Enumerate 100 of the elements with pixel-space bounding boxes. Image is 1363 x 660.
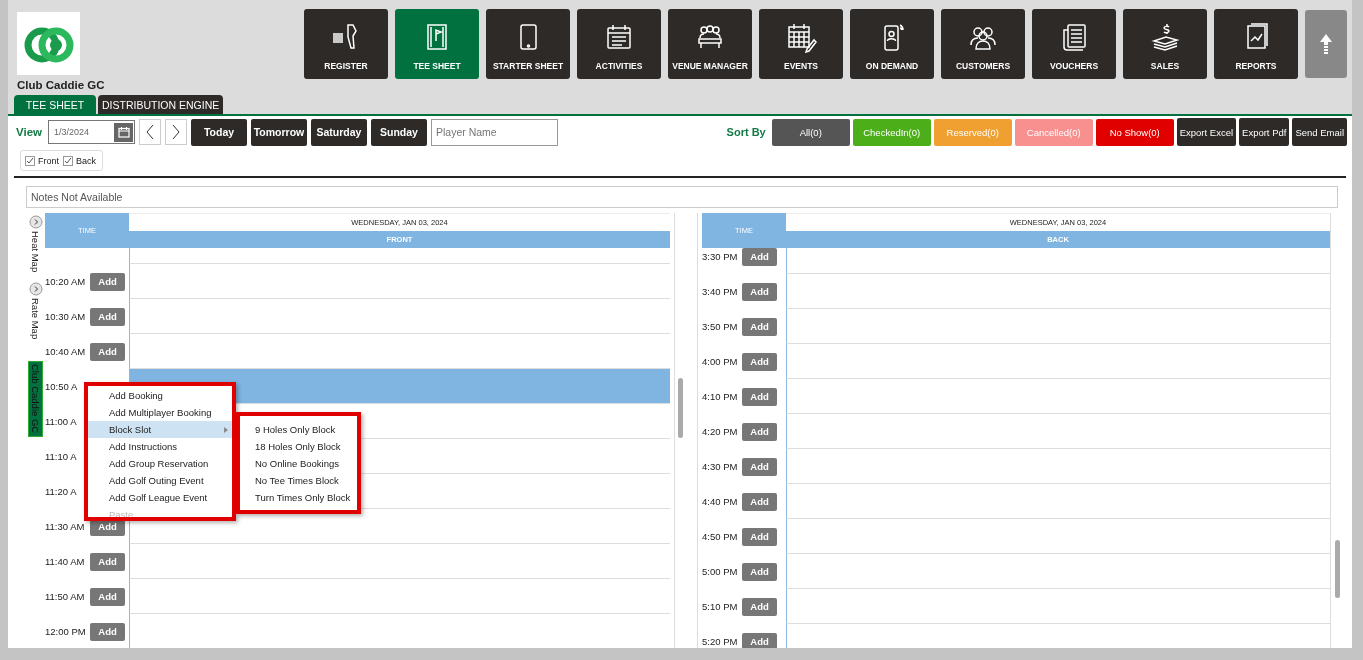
tab[interactable]: TEE SHEET [14,95,96,114]
add-button[interactable]: Add [742,562,777,581]
tee-time: 11:10 A [45,451,78,462]
day-button[interactable]: Saturday [311,118,367,146]
tee-time: 3:30 PM [702,251,739,262]
previous-button[interactable] [139,119,161,145]
scrollbar-thumb[interactable] [678,378,683,438]
nav-button[interactable]: VOUCHERS [1032,9,1116,79]
tee-time: 5:20 PM [702,636,739,647]
scroll-top-button[interactable] [1305,10,1347,78]
chevron-left-icon [146,124,154,140]
add-button[interactable]: Add [742,317,777,336]
tee-time: 5:10 PM [702,601,739,612]
menu-item[interactable]: Add Booking [88,387,232,404]
nav-button[interactable]: ON DEMAND [850,9,934,79]
add-button[interactable]: Add [742,352,777,371]
nav-button[interactable]: CUSTOMERS [941,9,1025,79]
export-button[interactable]: Export Excel [1176,118,1237,146]
logo-icon [17,12,80,75]
submenu-arrow-icon [224,427,228,433]
status-filter-button[interactable]: No Show(0) [1095,118,1174,146]
up-arrow-icon [1319,33,1333,55]
checkbox[interactable] [63,155,73,166]
expand-icon[interactable] [28,282,43,297]
club-name: Club Caddie GC [17,79,105,91]
menu-item[interactable]: 9 Holes Only Block [240,421,357,438]
tee-time: 12:00 PM [45,626,87,637]
add-button[interactable]: Add [742,282,777,301]
checkbox-label: Front [38,155,59,166]
checkbox[interactable] [25,155,35,166]
add-button[interactable]: Add [742,248,777,266]
chevron-right-icon [172,124,180,140]
add-button[interactable]: Add [90,272,125,291]
scrollbar-thumb[interactable] [1335,540,1340,598]
tee-time: 4:30 PM [702,461,739,472]
nav-button[interactable]: VENUE MANAGER [668,9,752,79]
tab[interactable]: DISTRIBUTION ENGINE [98,95,224,114]
notes-field[interactable]: Notes Not Available [26,186,1338,208]
nav-button[interactable]: REGISTER [304,9,388,79]
sort-by-label: Sort By [726,126,766,138]
nav-button[interactable]: ACTIVITIES [577,9,661,79]
add-button[interactable]: Add [90,552,125,571]
add-button[interactable]: Add [742,632,777,648]
menu-item[interactable]: No Tee Times Block [240,472,357,489]
calendar-pencil-icon [785,21,817,53]
view-label: View [16,126,42,138]
add-button[interactable]: Add [90,587,125,606]
tee-time: 4:00 PM [702,356,739,367]
expand-icon[interactable] [28,215,43,229]
export-button[interactable]: Export Pdf [1239,118,1290,146]
export-button[interactable]: Send Email [1292,118,1347,146]
menu-item[interactable]: Add Instructions [88,438,232,455]
day-button[interactable]: Tomorrow [251,118,307,146]
tee-time: 11:50 AM [45,591,86,602]
tee-time: 10:40 AM [45,346,87,357]
menu-item[interactable]: No Online Bookings [240,455,357,472]
add-button[interactable]: Add [742,597,777,616]
day-button[interactable]: Sunday [371,118,427,146]
tee-time: 11:20 A [45,486,78,497]
menu-item[interactable]: Turn Times Only Block [240,489,357,506]
menu-item[interactable]: Add Multiplayer Booking [88,404,232,421]
add-button[interactable]: Add [90,307,125,326]
tee-time: 4:10 PM [702,391,739,402]
nav-button[interactable]: SALES [1123,9,1207,79]
tee-time: 4:50 PM [702,531,739,542]
nav-button[interactable]: REPORTS [1214,9,1298,79]
date-field[interactable]: 1/3/2024 [48,120,135,144]
menu-item[interactable]: Add Golf League Event [88,489,232,506]
nav-button[interactable]: TEE SHEET [395,9,479,79]
side-tab[interactable]: Heat Map [30,231,41,273]
next-button[interactable] [165,119,187,145]
tee-time: 11:40 AM [45,556,86,567]
status-filter-button[interactable]: All(0) [771,118,850,146]
menu-item[interactable]: 18 Holes Only Block [240,438,357,455]
tee-time: 3:50 PM [702,321,739,332]
tee-time: 11:30 AM [45,521,86,532]
menu-item[interactable]: Add Group Reservation [88,455,232,472]
tee-time: 10:50 A [45,381,79,392]
day-button[interactable]: Today [191,118,247,146]
add-button[interactable]: Add [742,387,777,406]
add-button[interactable]: Add [742,492,777,511]
add-button[interactable]: Add [90,622,125,641]
side-tab[interactable]: Rate Map [30,298,41,340]
tee-time: 5:00 PM [702,566,739,577]
nav-button[interactable]: EVENTS [759,9,843,79]
tee-time: 10:20 AM [45,276,87,287]
add-button[interactable]: Add [742,527,777,546]
tee-time: 3:40 PM [702,286,739,297]
tee-time: 4:20 PM [702,426,739,437]
checkbox-label: Back [76,155,97,166]
tee-time: 10:30 AM [45,311,87,322]
calendar-icon[interactable] [114,122,133,142]
add-button[interactable]: Add [90,342,125,361]
add-button[interactable]: Add [742,457,777,476]
nav-button[interactable]: STARTER SHEET [486,9,570,79]
menu-item[interactable]: Add Golf Outing Event [88,472,232,489]
tee-time: 4:40 PM [702,496,739,507]
add-button[interactable]: Add [742,422,777,441]
menu-item[interactable]: Block Slot [88,421,232,438]
player-search-field[interactable]: Player Name [431,118,558,146]
